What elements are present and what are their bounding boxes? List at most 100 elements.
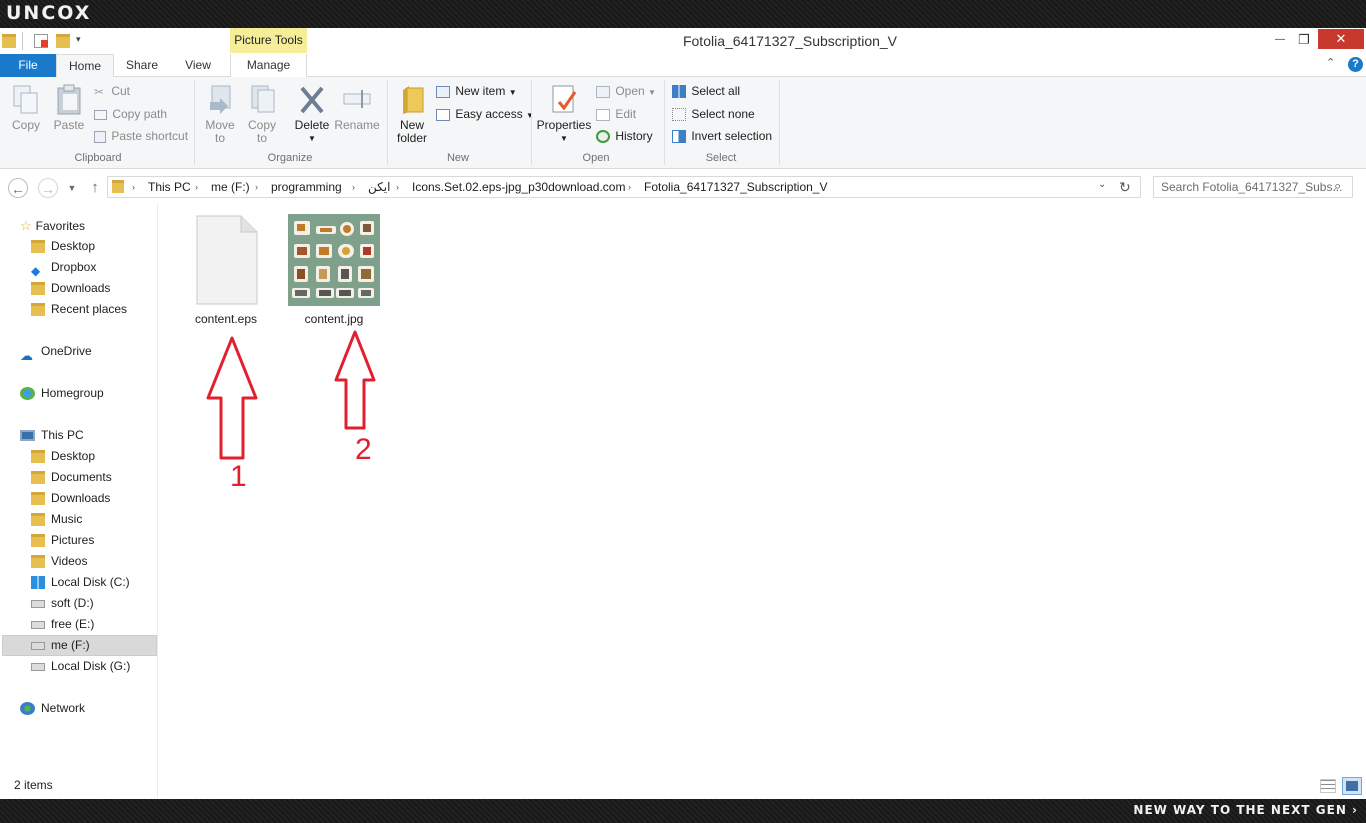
copy-icon: [13, 85, 38, 114]
tab-manage[interactable]: Manage: [230, 54, 307, 77]
folder-icon: [112, 180, 124, 193]
select-none-button[interactable]: Select none: [672, 104, 755, 124]
new-item-icon: [436, 85, 450, 98]
nav-pc-pictures[interactable]: Pictures: [31, 530, 94, 551]
annotation-arrow-2: [334, 330, 376, 430]
address-bar[interactable]: › This PC › me (F:) › programming › ایکن…: [107, 176, 1141, 198]
recent-locations-icon[interactable]: ▼: [62, 178, 82, 198]
breadcrumb-icons-set[interactable]: Icons.Set.02.eps-jpg_p30download.com: [412, 177, 625, 197]
nav-onedrive-label: OneDrive: [41, 344, 92, 358]
new-folder-button[interactable]: New folder: [392, 84, 432, 145]
maximize-button[interactable]: ❐: [1288, 30, 1320, 50]
delete-dropdown-icon[interactable]: ▼: [292, 132, 332, 145]
homegroup-icon: [20, 387, 35, 401]
open-group-label: Open: [582, 152, 610, 164]
cut-button[interactable]: ✂ Cut: [94, 81, 130, 101]
nav-pc-videos[interactable]: Videos: [31, 551, 87, 572]
pictures-folder-icon: [31, 534, 45, 548]
tab-home[interactable]: Home: [56, 54, 114, 78]
invert-selection-button[interactable]: Invert selection: [672, 126, 772, 146]
refresh-icon[interactable]: ↻: [1119, 179, 1131, 196]
large-icons-view-icon[interactable]: [1342, 777, 1362, 795]
search-input[interactable]: Search Fotolia_64171327_Subs...: [1153, 176, 1353, 198]
nav-pc-local-c[interactable]: Local Disk (C:): [31, 572, 130, 593]
open-button[interactable]: Open ▼: [596, 81, 656, 101]
properties-button[interactable]: Properties ▼: [536, 84, 592, 145]
nav-pc-downloads-label: Downloads: [51, 491, 111, 505]
help-icon[interactable]: ?: [1348, 57, 1363, 72]
nav-onedrive[interactable]: ☁ OneDrive: [20, 341, 92, 363]
nav-pc-downloads[interactable]: Downloads: [31, 488, 110, 509]
folder-icon: [31, 282, 45, 296]
nav-pc-local-g[interactable]: Local Disk (G:): [31, 656, 130, 677]
open-icon: [596, 85, 610, 98]
windows-drive-icon: [31, 576, 45, 590]
nav-this-pc[interactable]: This PC: [20, 425, 84, 446]
breadcrumb-this-pc[interactable]: This PC: [148, 177, 191, 197]
file-item[interactable]: content.eps: [186, 214, 266, 326]
rename-button[interactable]: Rename: [334, 84, 380, 132]
nav-pc-music[interactable]: Music: [31, 509, 82, 530]
paste-shortcut-button[interactable]: Paste shortcut: [94, 126, 188, 146]
nav-fav-recent[interactable]: Recent places: [31, 299, 127, 320]
nav-favorites-label: Favorites: [35, 219, 86, 233]
paste-label: Paste: [53, 118, 85, 132]
nav-homegroup-label: Homegroup: [41, 386, 104, 400]
invert-selection-label: Invert selection: [691, 129, 773, 143]
edit-button[interactable]: Edit: [596, 104, 636, 124]
forward-icon[interactable]: →: [38, 178, 58, 198]
file-item[interactable]: content.jpg: [286, 214, 382, 326]
ribbon-tabs: File Home Share View Manage ⌃ ?: [0, 54, 1366, 78]
breadcrumb-current-folder[interactable]: Fotolia_64171327_Subscription_V: [644, 177, 827, 197]
minimize-ribbon-icon[interactable]: ⌃: [1326, 56, 1335, 69]
tab-share[interactable]: Share: [114, 54, 170, 77]
nav-fav-desktop[interactable]: Desktop: [31, 236, 95, 257]
breadcrumb-programming[interactable]: programming: [271, 177, 342, 197]
annotation-number-1: 1: [230, 460, 247, 493]
folder-icon: [31, 471, 45, 485]
nav-pc-documents[interactable]: Documents: [31, 467, 112, 488]
properties-dropdown-icon[interactable]: ▼: [536, 132, 592, 145]
up-icon[interactable]: ↑: [85, 178, 105, 198]
copy-to-button[interactable]: Copy to: [244, 84, 280, 145]
properties-quick-icon[interactable]: [34, 34, 48, 48]
delete-button[interactable]: Delete ▼: [292, 84, 332, 145]
tab-file[interactable]: File: [0, 54, 56, 77]
paste-button[interactable]: Paste: [50, 84, 88, 132]
nav-fav-dropbox[interactable]: ◆ Dropbox: [31, 257, 96, 278]
copy-path-button[interactable]: Copy path: [94, 104, 167, 124]
nav-network[interactable]: Network: [20, 698, 85, 719]
breadcrumb-icons-folder[interactable]: ایکن: [368, 177, 390, 197]
new-item-button[interactable]: New item ▼: [436, 81, 517, 101]
close-button[interactable]: ✕: [1318, 29, 1364, 49]
nav-fav-downloads[interactable]: Downloads: [31, 278, 110, 299]
tab-view[interactable]: View: [170, 54, 226, 77]
delete-label: Delete: [294, 118, 330, 132]
copy-button[interactable]: Copy: [8, 84, 44, 132]
nav-pc-me-f[interactable]: me (F:): [31, 635, 90, 656]
address-dropdown-icon[interactable]: ⌄: [1098, 179, 1106, 190]
folder-icon: [31, 450, 45, 464]
nav-this-pc-label: This PC: [41, 428, 84, 442]
history-button[interactable]: History: [596, 126, 653, 146]
nav-homegroup[interactable]: Homegroup: [20, 383, 104, 404]
breadcrumb-me-f[interactable]: me (F:): [211, 177, 250, 197]
nav-pc-soft-d[interactable]: soft (D:): [31, 593, 94, 614]
customize-quick-access-icon[interactable]: ▾: [76, 34, 81, 45]
select-all-button[interactable]: Select all: [672, 81, 740, 101]
back-icon[interactable]: ←: [8, 178, 28, 198]
nav-pc-free-e[interactable]: free (E:): [31, 614, 94, 635]
new-folder-quick-icon[interactable]: [56, 34, 70, 48]
details-view-icon[interactable]: [1320, 779, 1336, 793]
network-icon: [20, 702, 35, 716]
document-icon: [196, 215, 258, 305]
clipboard-group-label: Clipboard: [74, 152, 122, 164]
paste-icon: [57, 84, 81, 115]
easy-access-button[interactable]: Easy access ▼: [436, 104, 534, 124]
move-to-button[interactable]: Move to: [202, 84, 238, 145]
nav-fav-recent-label: Recent places: [51, 302, 128, 316]
nav-favorites[interactable]: ☆ Favorites: [20, 215, 85, 236]
nav-pc-desktop[interactable]: Desktop: [31, 446, 95, 467]
select-none-icon: [672, 108, 686, 122]
breadcrumb-separator-icon: ›: [255, 182, 258, 192]
